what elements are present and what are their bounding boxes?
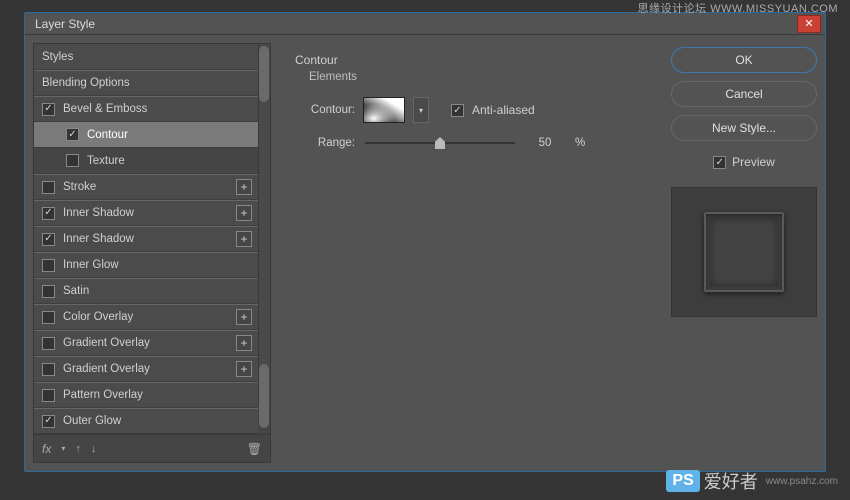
range-label: Range: [295,137,355,149]
styles-row-texture[interactable]: Texture [34,148,258,174]
scrollbar-thumb[interactable] [259,46,269,102]
fx-menu-chevron-icon[interactable]: ▾ [61,444,65,453]
preview-row: Preview [671,155,817,169]
watermark-top: 思缘设计论坛 WWW.MISSYUAN.COM [638,0,838,16]
contour-dropdown[interactable]: ▾ [413,97,429,123]
styles-row-bevel[interactable]: Bevel & Emboss [34,96,258,122]
watermark-cn: 爱好者 [704,468,758,494]
titlebar: Layer Style ✕ [25,13,825,35]
contour-swatch[interactable] [363,97,405,123]
styles-row-inner-shadow-1[interactable]: Inner Shadow+ [34,200,258,226]
dialog-title: Layer Style [35,17,95,31]
range-slider[interactable] [365,142,515,144]
checkbox-texture[interactable] [66,154,79,167]
add-inner-shadow-button-2[interactable]: + [236,231,252,247]
ps-logo-icon: PS [666,470,699,492]
range-value[interactable]: 50 [525,137,565,149]
styles-row-contour[interactable]: Contour [34,122,258,148]
watermark-bottom: PS 爱好者 www.psahz.com [666,468,838,494]
anti-aliased-label: Anti-aliased [472,103,535,117]
styles-footer: fx ▾ ↑ ↓ 🗑 [34,434,270,462]
layer-style-dialog: Layer Style ✕ Styles Blending Options Be… [24,12,826,472]
move-down-icon[interactable]: ↓ [91,443,97,455]
styles-row-satin[interactable]: Satin [34,278,258,304]
add-inner-shadow-button[interactable]: + [236,205,252,221]
preview-thumbnail [671,187,817,317]
styles-row-gradient-overlay-1[interactable]: Gradient Overlay+ [34,330,258,356]
add-color-overlay-button[interactable]: + [236,309,252,325]
styles-row-gradient-overlay-2[interactable]: Gradient Overlay+ [34,356,258,382]
checkbox-satin[interactable] [42,285,55,298]
contour-label: Contour: [295,104,355,116]
checkbox-pattern-overlay[interactable] [42,389,55,402]
checkbox-gradient-overlay-2[interactable] [42,363,55,376]
scrollbar-thumb-lower[interactable] [259,364,269,428]
checkbox-color-overlay[interactable] [42,311,55,324]
ok-button[interactable]: OK [671,47,817,73]
close-button[interactable]: ✕ [797,15,821,33]
checkbox-inner-glow[interactable] [42,259,55,272]
close-icon: ✕ [804,17,813,30]
trash-icon[interactable]: 🗑 [247,442,262,456]
styles-row-styles[interactable]: Styles [34,44,258,70]
styles-row-inner-glow[interactable]: Inner Glow [34,252,258,278]
checkbox-stroke[interactable] [42,181,55,194]
styles-row-outer-glow[interactable]: Outer Glow [34,408,258,434]
checkbox-contour[interactable] [66,128,79,141]
range-slider-thumb[interactable] [435,137,445,149]
anti-aliased-checkbox[interactable] [451,104,464,117]
styles-panel: Styles Blending Options Bevel & Emboss C… [33,43,271,463]
styles-row-pattern-overlay[interactable]: Pattern Overlay [34,382,258,408]
checkbox-inner-shadow-1[interactable] [42,207,55,220]
move-up-icon[interactable]: ↑ [75,443,81,455]
checkbox-bevel[interactable] [42,103,55,116]
settings-panel: Contour Elements Contour: ▾ Anti-aliased… [279,43,663,463]
section-title: Contour [295,53,647,67]
styles-row-blending[interactable]: Blending Options [34,70,258,96]
checkbox-outer-glow[interactable] [42,415,55,428]
chevron-down-icon: ▾ [419,106,423,115]
watermark-url: www.psahz.com [766,476,838,487]
contour-row: Contour: ▾ Anti-aliased [295,97,647,123]
scrollbar-track[interactable] [258,44,270,406]
cancel-button[interactable]: Cancel [671,81,817,107]
new-style-button[interactable]: New Style... [671,115,817,141]
checkbox-gradient-overlay-1[interactable] [42,337,55,350]
styles-row-stroke[interactable]: Stroke+ [34,174,258,200]
preview-label: Preview [732,155,775,169]
preview-inner [704,212,784,292]
range-unit: % [575,137,585,149]
fx-menu-icon[interactable]: fx [42,442,51,456]
add-gradient-overlay-button-2[interactable]: + [236,361,252,377]
add-stroke-button[interactable]: + [236,179,252,195]
styles-list: Styles Blending Options Bevel & Emboss C… [34,44,270,434]
styles-row-color-overlay[interactable]: Color Overlay+ [34,304,258,330]
range-row: Range: 50 % [295,137,647,149]
right-panel: OK Cancel New Style... Preview [671,43,817,463]
checkbox-inner-shadow-2[interactable] [42,233,55,246]
add-gradient-overlay-button[interactable]: + [236,335,252,351]
subsection-title: Elements [309,71,647,83]
styles-row-inner-shadow-2[interactable]: Inner Shadow+ [34,226,258,252]
preview-checkbox[interactable] [713,156,726,169]
